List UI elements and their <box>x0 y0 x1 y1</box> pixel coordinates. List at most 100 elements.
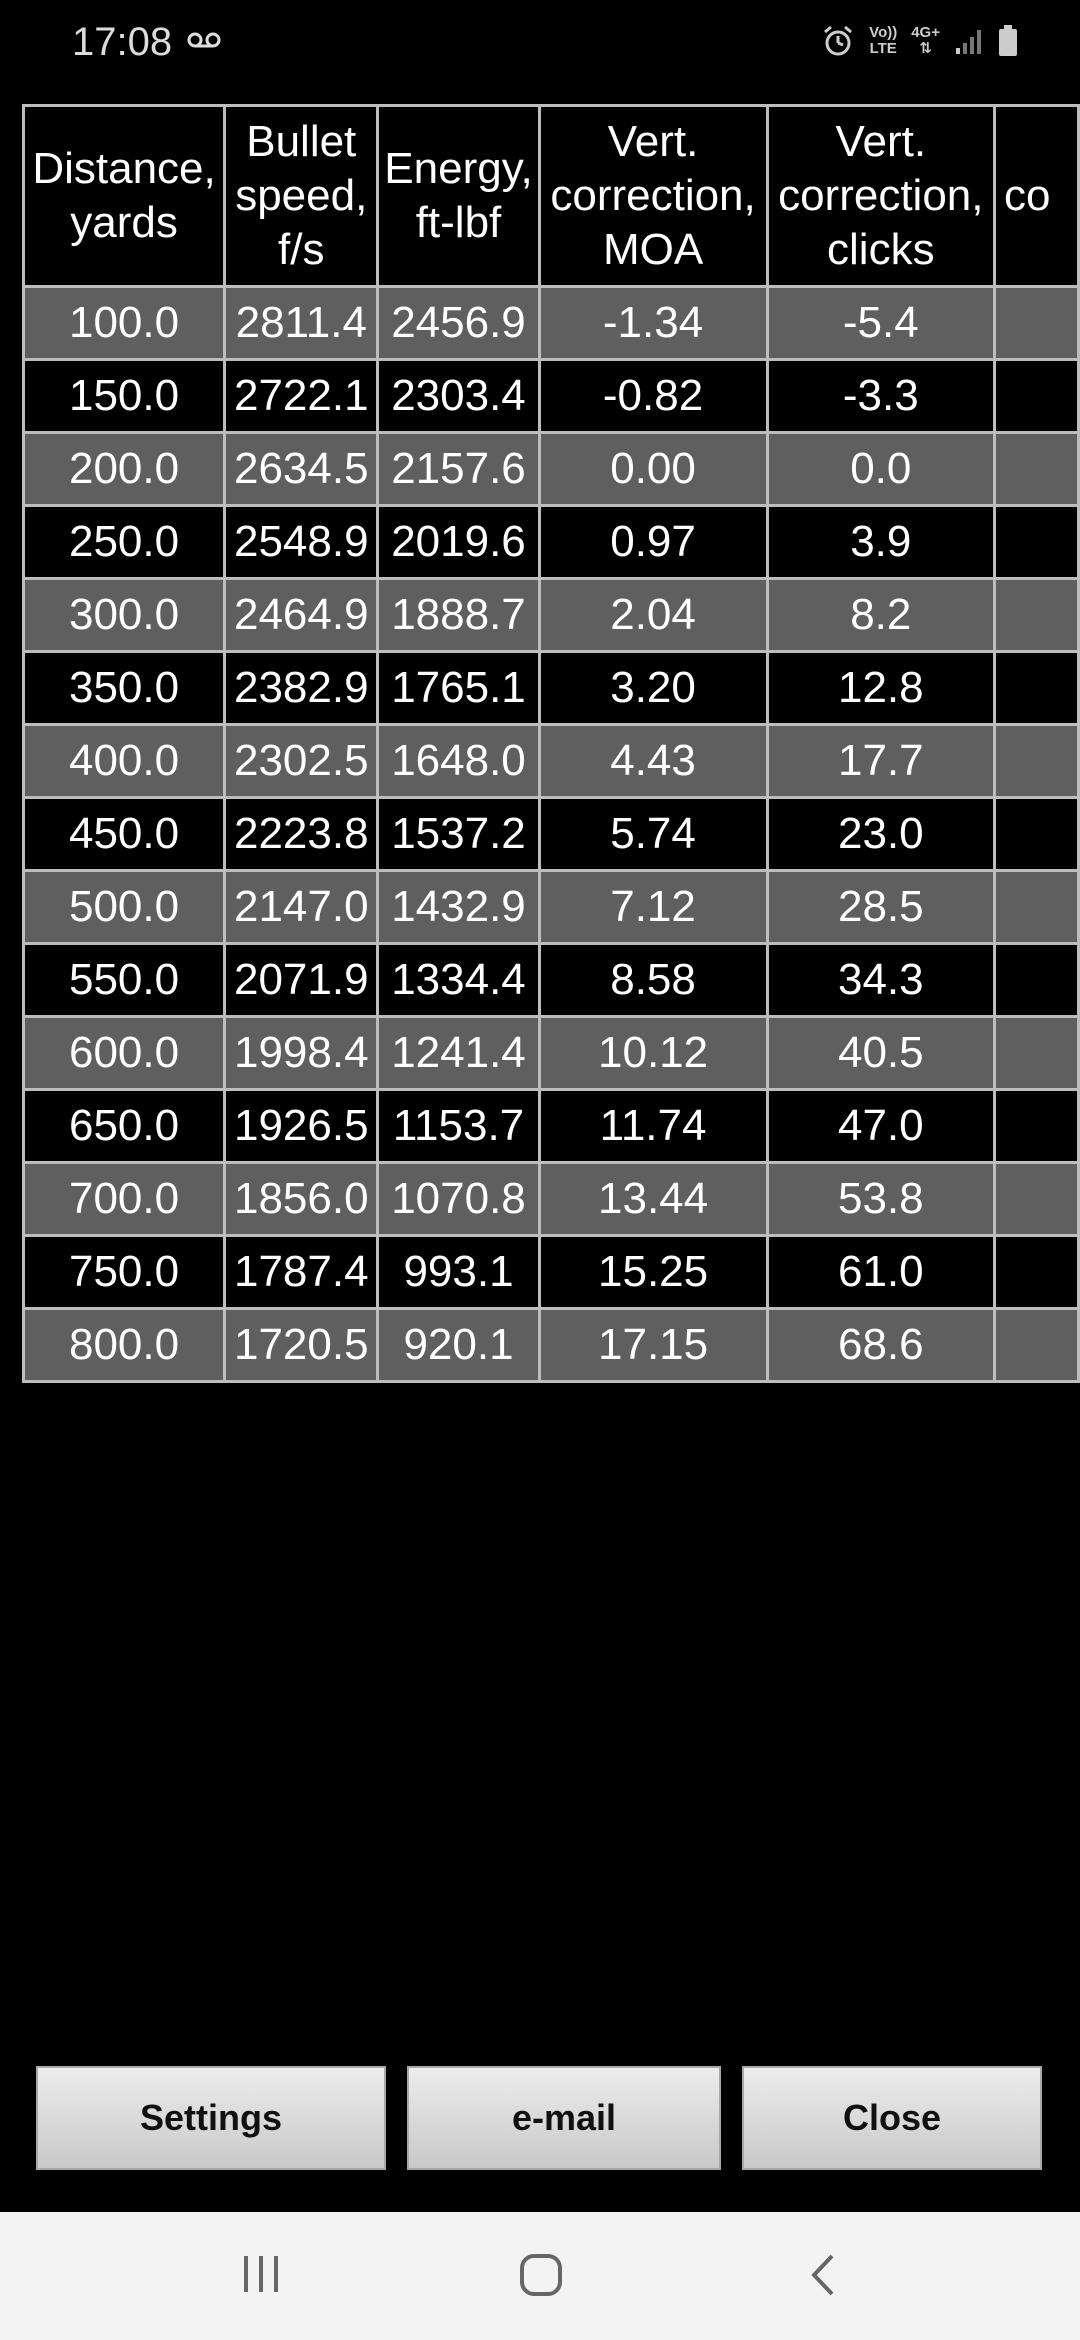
table-cell <box>993 285 1080 361</box>
table-cell: 2223.8 <box>223 796 380 872</box>
table-cell: 2302.5 <box>223 723 380 799</box>
table-cell: 2548.9 <box>223 504 380 580</box>
table-header-row: Distance, yards Bullet speed, f/s Energy, … <box>22 104 1080 288</box>
table-cell: 600.0 <box>22 1015 227 1091</box>
table-cell <box>993 1088 1080 1164</box>
table-cell: 4.43 <box>537 723 769 799</box>
table-row: 500.0 2147.0 1432.9 7.12 28.5 <box>22 869 1080 945</box>
table-cell <box>993 1015 1080 1091</box>
column-header: Vert. correction, MOA <box>537 104 769 288</box>
table-cell: 1926.5 <box>223 1088 380 1164</box>
table-row: 450.0 2223.8 1537.2 5.74 23.0 <box>22 796 1080 872</box>
table-cell: 40.5 <box>765 1015 997 1091</box>
table-cell: 1856.0 <box>223 1161 380 1237</box>
ballistics-table: Distance, yards Bullet speed, f/s Energy, … <box>22 104 1080 1383</box>
table-cell <box>993 942 1080 1018</box>
table-cell: 47.0 <box>765 1088 997 1164</box>
table-cell: 100.0 <box>22 285 227 361</box>
table-row: 150.0 2722.1 2303.4 -0.82 -3.3 <box>22 358 1080 434</box>
table-cell: 68.6 <box>765 1307 997 1383</box>
table-cell: 2.04 <box>537 577 769 653</box>
table-row: 400.0 2302.5 1648.0 4.43 17.7 <box>22 723 1080 799</box>
table-cell: 250.0 <box>22 504 227 580</box>
table-cell: 2157.6 <box>376 431 541 507</box>
table-cell <box>993 1307 1080 1383</box>
table-cell: 0.97 <box>537 504 769 580</box>
data-indicator: 4G+ ⇅ <box>911 24 940 57</box>
table-cell: 1153.7 <box>376 1088 541 1164</box>
alarm-icon <box>824 25 853 56</box>
table-cell: 1432.9 <box>376 869 541 945</box>
table-cell: 2811.4 <box>223 285 380 361</box>
navigation-bar <box>0 2212 1080 2340</box>
table-cell: 1765.1 <box>376 650 541 726</box>
table-cell <box>993 650 1080 726</box>
volte-indicator: Vo)) LTE <box>869 24 898 57</box>
signal-icon <box>956 30 981 54</box>
table-row: 600.0 1998.4 1241.4 10.12 40.5 <box>22 1015 1080 1091</box>
column-header: Distance, yards <box>22 104 227 288</box>
table-cell: 150.0 <box>22 358 227 434</box>
table-cell: 700.0 <box>22 1161 227 1237</box>
table-cell <box>993 504 1080 580</box>
column-header: Bullet speed, f/s <box>223 104 380 288</box>
table-cell: 1720.5 <box>223 1307 380 1383</box>
close-button[interactable]: Close <box>742 2066 1042 2170</box>
table-row: 700.0 1856.0 1070.8 13.44 53.8 <box>22 1161 1080 1237</box>
table-cell: 450.0 <box>22 796 227 872</box>
table-cell: 550.0 <box>22 942 227 1018</box>
table-cell: 5.74 <box>537 796 769 872</box>
table-cell: 0.00 <box>537 431 769 507</box>
email-button[interactable]: e-mail <box>407 2066 721 2170</box>
table-row: 350.0 2382.9 1765.1 3.20 12.8 <box>22 650 1080 726</box>
table-row: 250.0 2548.9 2019.6 0.97 3.9 <box>22 504 1080 580</box>
table-cell: 800.0 <box>22 1307 227 1383</box>
table-cell: 34.3 <box>765 942 997 1018</box>
table-cell <box>993 358 1080 434</box>
table-cell: 200.0 <box>22 431 227 507</box>
table-cell: 2019.6 <box>376 504 541 580</box>
table-cell: 1241.4 <box>376 1015 541 1091</box>
table-row: 800.0 1720.5 920.1 17.15 68.6 <box>22 1307 1080 1383</box>
table-cell: -5.4 <box>765 285 997 361</box>
recent-apps-icon[interactable] <box>240 2252 284 2296</box>
table-row: 750.0 1787.4 993.1 15.25 61.0 <box>22 1234 1080 1310</box>
table-cell <box>993 869 1080 945</box>
table-body: 100.0 2811.4 2456.9 -1.34 -5.4 150.0 2722.1 230… <box>22 285 1080 1383</box>
table-cell: 1537.2 <box>376 796 541 872</box>
table-cell: 15.25 <box>537 1234 769 1310</box>
voicemail-icon <box>187 32 221 48</box>
table-cell <box>993 796 1080 872</box>
table-cell: 920.1 <box>376 1307 541 1383</box>
table-cell: 11.74 <box>537 1088 769 1164</box>
status-bar: 17:08 Vo)) LTE 4G+ ⇅ <box>0 0 1080 90</box>
column-header: Vert. correction, clicks <box>765 104 997 288</box>
table-cell: 1334.4 <box>376 942 541 1018</box>
table-cell: -3.3 <box>765 358 997 434</box>
column-header: co <box>993 104 1080 288</box>
table-cell: 2071.9 <box>223 942 380 1018</box>
table-row: 300.0 2464.9 1888.7 2.04 8.2 <box>22 577 1080 653</box>
table-cell <box>993 1161 1080 1237</box>
table-cell: 8.58 <box>537 942 769 1018</box>
table-cell: 10.12 <box>537 1015 769 1091</box>
status-time: 17:08 <box>72 20 173 64</box>
table-cell: 28.5 <box>765 869 997 945</box>
ballistics-table-container[interactable]: Distance, yards Bullet speed, f/s Energy, … <box>22 104 1080 1384</box>
table-cell: 17.15 <box>537 1307 769 1383</box>
table-cell: 1888.7 <box>376 577 541 653</box>
table-cell: 3.9 <box>765 504 997 580</box>
settings-button[interactable]: Settings <box>36 2066 386 2170</box>
table-cell: 1998.4 <box>223 1015 380 1091</box>
table-row: 200.0 2634.5 2157.6 0.00 0.0 <box>22 431 1080 507</box>
table-cell: 500.0 <box>22 869 227 945</box>
home-icon[interactable] <box>518 2252 564 2298</box>
table-cell: 2382.9 <box>223 650 380 726</box>
back-icon[interactable] <box>806 2252 840 2298</box>
table-cell: 300.0 <box>22 577 227 653</box>
table-cell: -0.82 <box>537 358 769 434</box>
table-cell <box>993 723 1080 799</box>
table-cell <box>993 1234 1080 1310</box>
table-cell: 2147.0 <box>223 869 380 945</box>
table-cell: 750.0 <box>22 1234 227 1310</box>
